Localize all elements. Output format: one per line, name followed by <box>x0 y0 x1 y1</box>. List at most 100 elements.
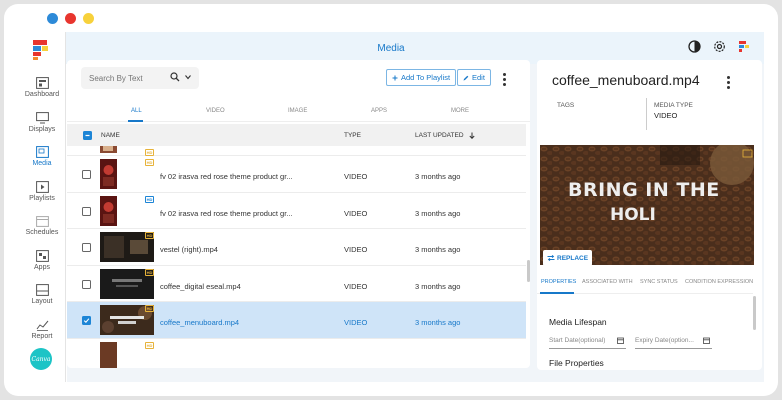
media-table-body: HD HD fv 02 irasva red rose theme produc… <box>67 146 526 368</box>
table-row[interactable]: HD fv 02 irasva red rose theme product g… <box>67 193 526 229</box>
calendar-icon[interactable] <box>703 337 710 344</box>
media-updated: 3 months ago <box>415 281 461 291</box>
select-all-checkbox[interactable] <box>83 131 92 140</box>
table-row[interactable]: HD coffee_digital eseal.mp4 VIDEO 3 mont… <box>67 266 526 302</box>
sidebar-item-media[interactable]: Media <box>18 143 66 178</box>
details-panel: coffee_menuboard.mp4 TAGS MEDIA TYPE VID… <box>537 60 762 370</box>
report-icon <box>36 320 48 331</box>
start-date-placeholder: Start Date(optional) <box>549 337 606 344</box>
canva-button[interactable]: Canva <box>30 348 52 370</box>
tab-condition-expression[interactable]: CONDITION EXPRESSION <box>685 279 753 285</box>
tab-video[interactable]: VIDEO <box>206 108 225 114</box>
sidebar-item-schedules[interactable]: Schedules <box>18 212 66 247</box>
maximize-dot[interactable] <box>83 13 94 24</box>
sidebar-item-label: Apps <box>34 263 50 271</box>
tags-label: TAGS <box>557 102 575 109</box>
minus-icon <box>85 134 90 137</box>
details-scrollbar[interactable] <box>753 296 756 330</box>
media-filter-tabs: ALL VIDEO IMAGE APPS MORE <box>67 104 530 122</box>
sidebar-item-label: Media <box>32 160 52 167</box>
expiry-date-field[interactable]: Expiry Date(option... <box>635 337 712 349</box>
canva-label: Canva <box>31 355 51 363</box>
display-icon <box>35 111 49 123</box>
edit-label: Edit <box>472 73 485 82</box>
calendar-icon[interactable] <box>617 337 624 344</box>
details-more-options-icon[interactable] <box>727 76 730 91</box>
sidebar-item-report[interactable]: Report <box>18 316 66 351</box>
media-type: VIDEO <box>344 281 368 291</box>
start-date-field[interactable]: Start Date(optional) <box>549 337 626 349</box>
sidebar-item-label: Dashboard <box>24 91 60 98</box>
table-row[interactable]: HD <box>67 146 526 156</box>
media-preview[interactable]: BRING IN THE HOLI <box>540 145 754 265</box>
playlist-icon <box>35 180 49 193</box>
more-options-icon[interactable] <box>503 73 506 88</box>
edit-button[interactable]: Edit <box>457 69 491 86</box>
tab-all[interactable]: ALL <box>131 108 142 114</box>
search-box <box>81 67 199 89</box>
media-name[interactable]: fv 02 irasva red rose theme product gr..… <box>160 172 293 181</box>
media-updated: 3 months ago <box>415 172 461 181</box>
sort-down-arrow-icon[interactable] <box>469 132 475 139</box>
tab-properties[interactable]: PROPERTIES <box>541 279 576 285</box>
sidebar-item-layout[interactable]: Layout <box>18 281 66 316</box>
add-to-playlist-button[interactable]: Add To Playlist <box>386 69 457 86</box>
media-thumbnail <box>100 195 117 226</box>
tab-image[interactable]: IMAGE <box>288 108 307 114</box>
list-scrollbar[interactable] <box>527 260 530 282</box>
app-window: Media Dashboard Displays Media Playlists… <box>4 4 778 396</box>
column-header-type[interactable]: TYPE <box>344 132 361 139</box>
media-name[interactable]: coffee_menuboard.mp4 <box>160 318 239 327</box>
media-name[interactable]: coffee_digital eseal.mp4 <box>160 282 241 291</box>
tab-sync-status[interactable]: SYNC STATUS <box>640 279 678 285</box>
brand-logo-icon[interactable] <box>31 39 51 61</box>
tab-more[interactable]: MORE <box>451 108 469 114</box>
column-header-last-updated[interactable]: LAST UPDATED <box>415 132 464 139</box>
checkmark-icon <box>83 318 90 323</box>
tab-associated-with[interactable]: ASSOCIATED WITH <box>582 279 633 285</box>
replace-label: REPLACE <box>557 254 589 262</box>
media-list-panel: Add To Playlist Edit ALL VIDEO IMAGE APP… <box>67 60 530 368</box>
minimize-dot[interactable] <box>47 13 58 24</box>
media-thumbnail <box>100 146 117 153</box>
gear-icon[interactable] <box>713 40 726 53</box>
row-checkbox[interactable] <box>82 206 91 216</box>
media-name[interactable]: fv 02 irasva red rose theme product gr..… <box>160 209 293 218</box>
sidebar-item-apps[interactable]: Apps <box>18 247 66 282</box>
brand-logo-small-icon <box>739 41 749 52</box>
media-type: VIDEO <box>344 172 368 181</box>
media-type: VIDEO <box>344 208 368 218</box>
preview-caption-line1: BRING IN THE <box>568 179 720 201</box>
column-header-name[interactable]: NAME <box>101 132 120 139</box>
table-row[interactable]: HD vestel (right).mp4 VIDEO 3 months ago <box>67 229 526 266</box>
file-properties-title: File Properties <box>549 358 604 368</box>
sidebar-item-label: Layout <box>31 298 53 305</box>
preview-caption-line2: HOLI <box>610 205 656 225</box>
close-dot[interactable] <box>65 13 76 24</box>
search-icon[interactable] <box>170 72 180 82</box>
table-row[interactable]: HD fv 02 irasva red rose theme product g… <box>67 156 526 193</box>
table-row[interactable]: HD <box>67 339 526 368</box>
sidebar-nav: Dashboard Displays Media Playlists Sched… <box>18 74 66 350</box>
sidebar-item-playlists[interactable]: Playlists <box>18 178 66 213</box>
row-checkbox[interactable] <box>82 316 91 325</box>
sidebar-item-dashboard[interactable]: Dashboard <box>18 74 66 109</box>
row-checkbox[interactable] <box>82 243 91 252</box>
media-name[interactable]: vestel (right).mp4 <box>160 245 218 254</box>
details-tabs: PROPERTIES ASSOCIATED WITH SYNC STATUS C… <box>537 272 753 294</box>
row-checkbox[interactable] <box>82 170 91 179</box>
chevron-down-icon[interactable] <box>185 75 191 80</box>
table-row-selected[interactable]: HD coffee_menuboard.mp4 VIDEO 3 months a… <box>67 302 526 339</box>
tab-apps[interactable]: APPS <box>371 108 387 114</box>
page-title: Media <box>377 43 405 54</box>
details-title: coffee_menuboard.mp4 <box>552 72 700 88</box>
replace-button[interactable]: REPLACE <box>543 250 593 266</box>
header-actions <box>688 40 750 53</box>
sidebar-item-displays[interactable]: Displays <box>18 109 66 144</box>
search-input[interactable] <box>81 67 161 89</box>
window-controls <box>47 13 94 24</box>
meta-divider <box>646 98 647 130</box>
media-updated: 3 months ago <box>415 245 461 254</box>
row-checkbox[interactable] <box>82 279 91 289</box>
theme-contrast-icon[interactable] <box>688 40 701 53</box>
